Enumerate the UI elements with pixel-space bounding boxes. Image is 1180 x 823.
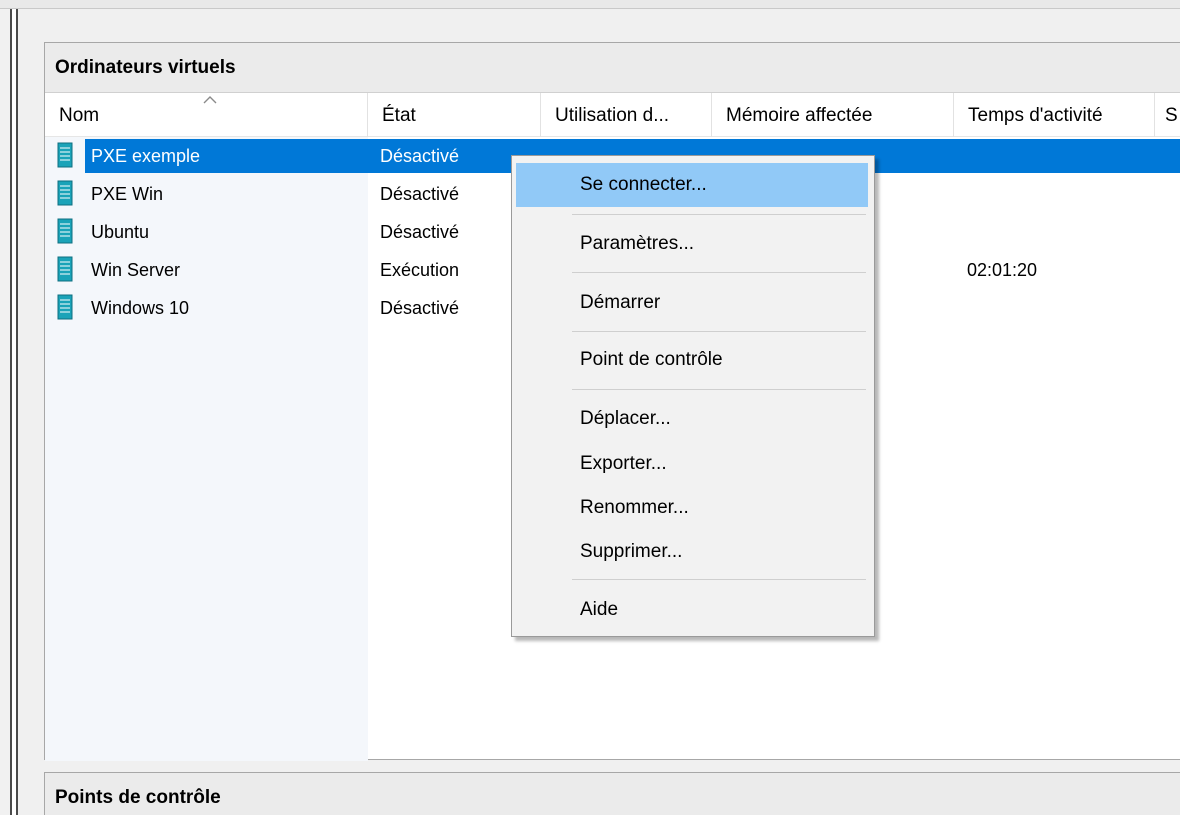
column-header-label: Utilisation d... — [555, 105, 670, 126]
menu-item-settings[interactable]: Paramètres... — [516, 222, 868, 266]
left-pane-edge — [0, 9, 12, 815]
column-header-uptime[interactable]: Temps d'activité — [954, 93, 1155, 137]
menu-separator — [572, 272, 866, 273]
column-headers: Nom État Utilisation d... Mémoire affect… — [45, 93, 1180, 137]
vm-name: Windows 10 — [91, 298, 190, 318]
menu-item-rename[interactable]: Renommer... — [516, 486, 868, 530]
column-header-state[interactable]: État — [368, 93, 541, 137]
vm-server-icon — [57, 294, 73, 320]
checkpoints-panel: Points de contrôle — [44, 772, 1180, 815]
column-header-label: État — [382, 105, 416, 126]
vm-uptime: 02:01:20 — [967, 260, 1038, 280]
vm-name: Ubuntu — [91, 222, 150, 242]
column-header-cpu-usage[interactable]: Utilisation d... — [541, 93, 712, 137]
menu-item-connect[interactable]: Se connecter... — [516, 163, 868, 207]
checkpoints-panel-title: Points de contrôle — [55, 787, 221, 808]
vm-state: Désactivé — [380, 146, 460, 166]
column-header-label: Mémoire affectée — [726, 105, 873, 126]
vm-state: Exécution — [380, 260, 460, 280]
menu-separator — [572, 214, 866, 215]
column-header-label: Nom — [59, 105, 100, 126]
vm-name: Win Server — [91, 260, 181, 280]
menu-item-checkpoint[interactable]: Point de contrôle — [516, 338, 868, 382]
virtual-machines-panel-title: Ordinateurs virtuels — [45, 43, 1180, 93]
vm-state: Désactivé — [380, 222, 460, 242]
vm-server-icon — [57, 142, 73, 168]
menu-item-move[interactable]: Déplacer... — [516, 397, 868, 441]
vm-state: Désactivé — [380, 184, 460, 204]
top-strip — [0, 0, 1180, 9]
vm-server-icon — [57, 256, 73, 282]
column-header-label: Temps d'activité — [968, 105, 1103, 126]
menu-item-help[interactable]: Aide — [516, 588, 868, 632]
column-header-assigned-memory[interactable]: Mémoire affectée — [712, 93, 954, 137]
menu-item-start[interactable]: Démarrer — [516, 281, 868, 325]
column-header-name[interactable]: Nom — [45, 93, 368, 137]
column-header-status[interactable]: S — [1155, 93, 1180, 137]
vm-server-icon — [57, 180, 73, 206]
vm-name: PXE exemple — [91, 146, 201, 166]
vm-name: PXE Win — [91, 184, 164, 204]
menu-separator — [572, 579, 866, 580]
sort-ascending-icon — [203, 96, 217, 104]
context-menu: Se connecter... Paramètres... Démarrer P… — [511, 155, 875, 637]
menu-separator — [572, 389, 866, 390]
menu-item-export[interactable]: Exporter... — [516, 442, 868, 486]
column-header-label: S — [1165, 105, 1178, 126]
vm-server-icon — [57, 218, 73, 244]
menu-separator — [572, 331, 866, 332]
vm-state: Désactivé — [380, 298, 460, 318]
menu-item-delete[interactable]: Supprimer... — [516, 530, 868, 574]
